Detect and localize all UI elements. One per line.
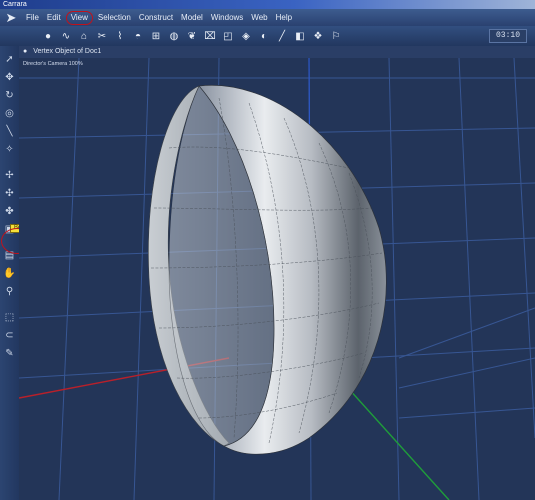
arrow-select-icon[interactable]: ➚: [2, 52, 17, 67]
line-tool-icon[interactable]: ╱: [274, 29, 290, 43]
drop-icon[interactable]: ❦: [184, 29, 200, 43]
extrude-icon[interactable]: ✣: [2, 186, 17, 201]
scissors-icon[interactable]: ✂: [94, 29, 110, 43]
sphere-icon[interactable]: ●: [40, 29, 56, 43]
hand-icon[interactable]: ✋: [2, 266, 17, 281]
document-title: Vertex Object of Doc1: [33, 48, 102, 55]
left-toolbar: ➚ ✥ ↻ ◎ ╲ ✧ ✢ ✣ ✤ ▣ ▤ ✋ ⚲ ⬚ ⊂ ✎: [0, 46, 19, 500]
paint-icon[interactable]: ◈: [238, 29, 254, 43]
vertex-object: [148, 84, 387, 455]
menu-web[interactable]: Web: [247, 9, 271, 26]
menu-construct[interactable]: Construct: [135, 9, 177, 26]
render-icon[interactable]: ◐: [256, 29, 272, 43]
move-icon[interactable]: ✥: [2, 70, 17, 85]
rotate-icon[interactable]: ↻: [2, 88, 17, 103]
align-icon[interactable]: ⚐: [328, 29, 344, 43]
menu-view[interactable]: View: [65, 10, 93, 25]
menu-file[interactable]: File: [22, 9, 43, 26]
document-header: ● Vertex Object of Doc1: [19, 46, 535, 58]
sphere-rotate-icon[interactable]: ◎: [2, 106, 17, 121]
camera-label: Director's Camera 100%: [23, 61, 83, 67]
z-axis: [338, 377, 450, 500]
time-readout: 03:10: [489, 29, 527, 43]
bevel-icon[interactable]: ✤: [2, 204, 17, 219]
menu-help[interactable]: Help: [272, 9, 296, 26]
lasso-icon[interactable]: ⊂: [2, 328, 17, 343]
join-icon[interactable]: ⌇: [112, 29, 128, 43]
menu-edit[interactable]: Edit: [43, 9, 65, 26]
menu-selection[interactable]: Selection: [94, 9, 135, 26]
group-icon[interactable]: ❖: [310, 29, 326, 43]
marquee-icon[interactable]: ⬚: [2, 310, 17, 325]
zoom-icon[interactable]: ⚲: [2, 284, 17, 299]
boolean-icon[interactable]: ⊞: [148, 29, 164, 43]
menu-windows[interactable]: Windows: [207, 9, 247, 26]
window-title: Carrara: [0, 0, 535, 9]
smooth-icon[interactable]: ◍: [166, 29, 182, 43]
magic-icon[interactable]: ✧: [2, 142, 17, 157]
menu-bar: ➤ File Edit View Selection Construct Mod…: [0, 9, 535, 26]
fill-icon[interactable]: ⌧: [202, 29, 218, 43]
lathe-icon[interactable]: ◓: [130, 29, 146, 43]
spline-icon[interactable]: ∿: [58, 29, 74, 43]
mirror-icon[interactable]: ◧: [292, 29, 308, 43]
3d-viewport[interactable]: [19, 58, 535, 500]
knife-icon[interactable]: ╲: [2, 124, 17, 139]
extrude-icon[interactable]: ⌂: [76, 29, 92, 43]
menu-model[interactable]: Model: [177, 9, 207, 26]
carrara-logo-icon[interactable]: ➤: [0, 9, 22, 26]
box-icon[interactable]: ◰: [220, 29, 236, 43]
top-toolbar: ● ∿ ⌂ ✂ ⌇ ◓ ⊞ ◍ ❦ ⌧ ◰ ◈ ◐ ╱ ◧ ❖ ⚐: [0, 26, 535, 46]
document-icon: ●: [23, 48, 28, 55]
pencil-icon[interactable]: ✎: [2, 346, 17, 361]
scale-icon[interactable]: ✢: [2, 168, 17, 183]
